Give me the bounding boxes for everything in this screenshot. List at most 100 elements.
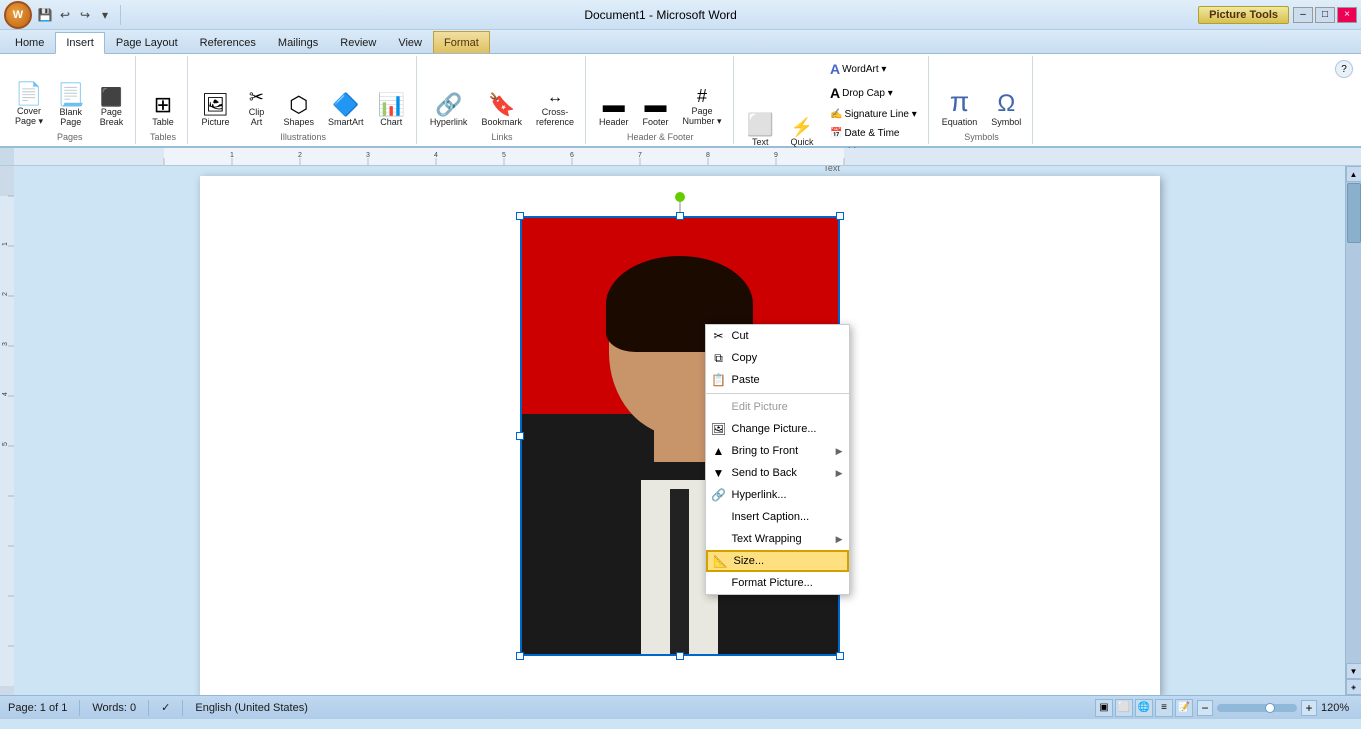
resize-handle-bl[interactable] xyxy=(516,652,524,660)
spelling-check-icon[interactable]: ✓ xyxy=(161,701,170,714)
help-button[interactable]: ? xyxy=(1335,60,1353,78)
ribbon-group-text: ⬜ TextBox ▾ ⚡ QuickParts ▾ A WordArt ▾ A… xyxy=(736,56,929,144)
ctx-size[interactable]: 📐 Size... xyxy=(706,550,849,572)
symbol-button[interactable]: Ω Symbol xyxy=(986,89,1026,130)
paste-icon: 📋 xyxy=(712,373,726,387)
customize-button[interactable]: ▾ xyxy=(96,6,114,24)
language-status[interactable]: English (United States) xyxy=(195,702,308,714)
send-back-icon: ▼ xyxy=(712,466,726,480)
bookmark-button[interactable]: 🔖 Bookmark xyxy=(476,91,527,130)
footer-button[interactable]: ▬ Footer xyxy=(638,91,674,130)
header-footer-buttons: ▬ Header ▬ Footer # PageNumber ▾ xyxy=(594,58,727,130)
close-button[interactable]: × xyxy=(1337,7,1357,23)
tab-review[interactable]: Review xyxy=(329,31,387,53)
scroll-thumb[interactable] xyxy=(1347,183,1361,243)
tab-mailings[interactable]: Mailings xyxy=(267,31,329,53)
cross-reference-button[interactable]: ↔ Cross-reference xyxy=(531,87,579,130)
ctx-send-to-back[interactable]: ▼ Send to Back ▶ xyxy=(706,462,849,484)
resize-handle-ml[interactable] xyxy=(516,432,524,440)
ctx-change-picture[interactable]: 🖼 Change Picture... xyxy=(706,418,849,440)
tab-home[interactable]: Home xyxy=(4,31,55,53)
maximize-button[interactable]: □ xyxy=(1315,7,1335,23)
resize-handle-tl[interactable] xyxy=(516,212,524,220)
ctx-text-wrapping[interactable]: Text Wrapping ▶ xyxy=(706,528,849,550)
ctx-format-picture[interactable]: Format Picture... xyxy=(706,572,849,594)
minimize-button[interactable]: – xyxy=(1293,7,1313,23)
drop-cap-button[interactable]: A Drop Cap ▾ xyxy=(825,82,922,104)
print-layout-button[interactable]: ▣ xyxy=(1095,699,1113,717)
blank-page-button[interactable]: 📃 BlankPage xyxy=(52,81,89,130)
scroll-expand-button[interactable]: ◈ xyxy=(1346,679,1361,695)
ctx-hyperlink[interactable]: 🔗 Hyperlink... xyxy=(706,484,849,506)
ctx-cut[interactable]: ✂ Cut xyxy=(706,325,849,347)
resize-handle-tr[interactable] xyxy=(836,212,844,220)
header-button[interactable]: ▬ Header xyxy=(594,91,634,130)
scroll-down-button[interactable]: ▼ xyxy=(1346,663,1361,679)
words-status: Words: 0 xyxy=(92,702,136,714)
outline-button[interactable]: ≡ xyxy=(1155,699,1173,717)
status-sep-1 xyxy=(79,700,80,716)
scroll-track[interactable] xyxy=(1346,182,1361,663)
ctx-bring-to-front[interactable]: ▲ Bring to Front ▶ xyxy=(706,440,849,462)
bring-front-icon: ▲ xyxy=(712,444,726,458)
rotate-handle[interactable] xyxy=(675,192,685,202)
zoom-out-button[interactable]: − xyxy=(1197,700,1213,716)
header-footer-group-label: Header & Footer xyxy=(627,132,694,142)
chart-button[interactable]: 📊 Chart xyxy=(373,91,410,130)
undo-button[interactable]: ↩ xyxy=(56,6,74,24)
zoom-slider[interactable] xyxy=(1217,704,1297,712)
smartart-button[interactable]: 🔷 SmartArt xyxy=(323,91,369,130)
full-screen-button[interactable]: ⬜ xyxy=(1115,699,1133,717)
links-group-label: Links xyxy=(491,132,512,142)
cover-page-button[interactable]: 📄 CoverPage ▾ xyxy=(10,80,48,130)
hyperlink-button[interactable]: 🔗 Hyperlink xyxy=(425,91,473,130)
document-area: 1 2 3 4 5 xyxy=(0,166,1361,695)
save-button[interactable]: 💾 xyxy=(36,6,54,24)
ctx-copy[interactable]: ⧉ Copy xyxy=(706,347,849,369)
text-buttons: ⬜ TextBox ▾ ⚡ QuickParts ▾ A WordArt ▾ A… xyxy=(742,58,922,161)
tab-references[interactable]: References xyxy=(189,31,267,53)
svg-text:3: 3 xyxy=(366,152,370,159)
ribbon-tabs: Home Insert Page Layout References Maili… xyxy=(0,30,1361,54)
resize-handle-br[interactable] xyxy=(836,652,844,660)
shapes-button[interactable]: ⬡ Shapes xyxy=(278,91,319,130)
ctx-insert-caption[interactable]: Insert Caption... xyxy=(706,506,849,528)
clip-art-button[interactable]: ✂ ClipArt xyxy=(238,85,274,130)
svg-text:3: 3 xyxy=(2,342,9,346)
draft-button[interactable]: 📝 xyxy=(1175,699,1193,717)
resize-handle-tm[interactable] xyxy=(676,212,684,220)
illustrations-group-label: Illustrations xyxy=(280,132,326,142)
web-layout-button[interactable]: 🌐 xyxy=(1135,699,1153,717)
signature-line-button[interactable]: ✍ Signature Line ▾ xyxy=(825,106,922,123)
ctx-edit-picture: Edit Picture xyxy=(706,396,849,418)
picture-button[interactable]: 🖼 Picture xyxy=(196,91,234,130)
zoom-level[interactable]: 120% xyxy=(1321,702,1353,714)
office-button[interactable]: W xyxy=(4,1,32,29)
zoom-in-button[interactable]: + xyxy=(1301,700,1317,716)
scroll-up-button[interactable]: ▲ xyxy=(1346,166,1361,182)
svg-text:9: 9 xyxy=(774,152,778,159)
equation-button[interactable]: π Equation xyxy=(937,85,983,130)
ctx-paste[interactable]: 📋 Paste xyxy=(706,369,849,391)
page-break-button[interactable]: ⬛ PageBreak xyxy=(93,85,129,130)
status-sep-2 xyxy=(148,700,149,716)
vertical-scrollbar[interactable]: ▲ ▼ ◈ xyxy=(1345,166,1361,695)
svg-text:1: 1 xyxy=(2,242,9,246)
document-scroll[interactable]: ✂ Cut ⧉ Copy 📋 Paste Edit Picture xyxy=(14,166,1345,695)
zoom-slider-thumb[interactable] xyxy=(1265,703,1275,713)
tab-format[interactable]: Format xyxy=(433,31,490,53)
tab-insert[interactable]: Insert xyxy=(55,32,105,54)
tab-view[interactable]: View xyxy=(387,31,433,53)
tab-page-layout[interactable]: Page Layout xyxy=(105,31,189,53)
table-button[interactable]: ⊞ Table xyxy=(145,91,181,130)
window-title: Document1 - Microsoft Word xyxy=(127,8,1194,22)
quick-access-toolbar: 💾 ↩ ↪ ▾ xyxy=(36,6,114,24)
date-time-button[interactable]: 📅 Date & Time xyxy=(825,125,922,142)
redo-button[interactable]: ↪ xyxy=(76,6,94,24)
page-status: Page: 1 of 1 xyxy=(8,702,67,714)
ribbon-group-tables: ⊞ Table Tables xyxy=(138,56,188,144)
symbols-group-label: Symbols xyxy=(964,132,999,142)
resize-handle-bm[interactable] xyxy=(676,652,684,660)
page-number-button[interactable]: # PageNumber ▾ xyxy=(678,84,727,130)
wordart-button[interactable]: A WordArt ▾ xyxy=(825,58,922,80)
